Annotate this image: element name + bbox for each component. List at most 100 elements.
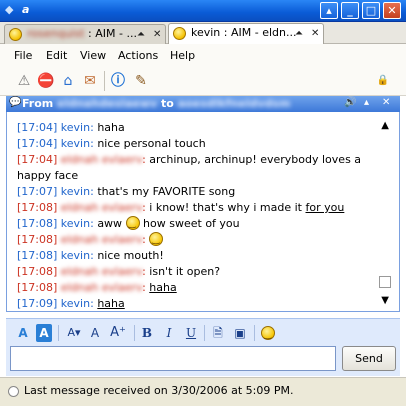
tab-close-icon[interactable]: ✕ bbox=[153, 26, 161, 44]
close-button[interactable]: ✕ bbox=[383, 2, 401, 19]
sender: eldnah evlaerv bbox=[60, 281, 143, 294]
larger-font-icon[interactable]: A⁺ bbox=[108, 324, 128, 342]
message-line: [17:04] kevin: haha bbox=[17, 121, 125, 134]
send-button[interactable]: Send bbox=[342, 346, 396, 371]
aim-icon: ◆ bbox=[5, 3, 14, 16]
to-label: to bbox=[161, 97, 174, 110]
smaller-font-icon[interactable]: A▾ bbox=[64, 324, 84, 342]
scroll-down-arrow-icon[interactable]: ▼ bbox=[381, 295, 389, 306]
format-separator bbox=[58, 325, 59, 341]
sender: eldnah evlaerv bbox=[60, 265, 143, 278]
insert-link-icon[interactable]: 🗎 bbox=[210, 324, 226, 342]
send-file-icon[interactable]: ✉ bbox=[80, 71, 100, 91]
message-line: [17:08] eldnah evlaerv: i know! that's w… bbox=[17, 201, 345, 214]
timestamp: [17:04] bbox=[17, 153, 58, 166]
speaker-icon[interactable]: 🔊 bbox=[344, 97, 356, 108]
timestamp: [17:08] bbox=[17, 281, 58, 294]
window-title: a bbox=[22, 3, 30, 16]
warn-icon[interactable]: ⚠ bbox=[14, 71, 34, 91]
background-color-icon[interactable]: A bbox=[36, 324, 52, 342]
timestamp: [17:08] bbox=[17, 265, 58, 278]
message-line: [17:08] eldnah evlaerv: bbox=[17, 232, 372, 248]
timestamp: [17:08] bbox=[17, 249, 58, 262]
rollup-button[interactable]: ▴ bbox=[320, 2, 338, 19]
tab-title: : AIM - eldn... bbox=[223, 26, 297, 39]
message-text: haha bbox=[97, 297, 125, 310]
message-text: haha bbox=[97, 121, 125, 134]
status-icon bbox=[8, 386, 19, 397]
tab-rollup-icon[interactable]: ⏶ bbox=[295, 25, 303, 43]
buddy-status-icon bbox=[9, 28, 22, 41]
italic-icon[interactable]: I bbox=[162, 324, 176, 342]
header-rollup-icon[interactable]: ▴ bbox=[364, 97, 369, 108]
bold-icon[interactable]: B bbox=[140, 324, 154, 342]
conversation-header: 💬 From eldnahdeslaewv to aoesdlkfneldvds… bbox=[6, 96, 400, 112]
scrollbar-thumb[interactable] bbox=[379, 276, 391, 288]
menu-actions[interactable]: Actions bbox=[118, 49, 158, 62]
sender: kevin bbox=[60, 137, 91, 150]
header-close-icon[interactable]: ✕ bbox=[382, 97, 390, 108]
message-line: [17:04] kevin: nice personal touch bbox=[17, 137, 206, 150]
format-separator bbox=[204, 325, 205, 341]
directory-icon[interactable]: ✎ bbox=[131, 71, 151, 91]
timestamp: [17:08] bbox=[17, 201, 58, 214]
message-text: that's my FAVORITE song bbox=[97, 185, 236, 198]
message-text: nice personal touch bbox=[97, 137, 206, 150]
message-line: [17:08] kevin: aww how sweet of you bbox=[17, 216, 372, 232]
emoticon-icon[interactable] bbox=[260, 324, 276, 344]
tab-rosenquist[interactable]: rosenquist : AIM - ... ⏶ ✕ bbox=[4, 24, 166, 44]
smiley-icon bbox=[261, 326, 275, 344]
info-icon[interactable]: ⓘ bbox=[108, 71, 128, 91]
message-text-underlined: for you bbox=[305, 201, 345, 214]
recipient-name: aoesdlkfneldvdsm bbox=[177, 97, 291, 110]
format-toolbar: A A A▾ A A⁺ B I U 🗎 ▣ bbox=[6, 318, 400, 346]
message-input[interactable] bbox=[10, 346, 336, 371]
message-text: i know! that's why i made it bbox=[149, 201, 306, 214]
message-line: [17:04] eldnah evlaerv: archinup, archin… bbox=[17, 153, 362, 182]
menu-view[interactable]: View bbox=[80, 49, 106, 62]
menu-file[interactable]: File bbox=[14, 49, 32, 62]
grin-emoticon-icon bbox=[149, 232, 164, 248]
compose-area: Send bbox=[6, 346, 400, 376]
sender: kevin bbox=[60, 121, 91, 134]
status-bar: Last message received on 3/30/2006 at 5:… bbox=[0, 377, 406, 406]
message-line: [17:09] kevin: haha bbox=[17, 297, 125, 310]
tab-rollup-icon[interactable]: ⏶ bbox=[137, 26, 145, 44]
toolbar-separator bbox=[104, 71, 105, 91]
maximize-button[interactable]: □ bbox=[362, 2, 380, 19]
block-icon[interactable]: ⛔ bbox=[36, 71, 56, 91]
message-text: nice mouth! bbox=[97, 249, 164, 262]
sender: kevin bbox=[60, 185, 91, 198]
tab-close-icon[interactable]: ✕ bbox=[311, 25, 319, 43]
menu-bar: File Edit View Actions Help bbox=[0, 44, 406, 66]
menu-edit[interactable]: Edit bbox=[46, 49, 67, 62]
insert-image-icon[interactable]: ▣ bbox=[232, 324, 248, 342]
scroll-up-arrow-icon[interactable]: ▲ bbox=[381, 120, 389, 131]
add-buddy-icon[interactable]: ⌂ bbox=[58, 71, 78, 91]
message-line: [17:08] eldnah evlaerv: isn't it open? bbox=[17, 265, 221, 278]
sender-name: eldnahdeslaewv bbox=[57, 97, 158, 110]
status-text: Last message received on 3/30/2006 at 5:… bbox=[24, 384, 294, 397]
timestamp: [17:04] bbox=[17, 121, 58, 134]
tab-buddy-name: kevin bbox=[191, 26, 221, 39]
message-line: [17:08] eldnah evlaerv: haha bbox=[17, 281, 177, 294]
tab-strip: rosenquist : AIM - ... ⏶ ✕ kevin : AIM -… bbox=[0, 22, 406, 45]
sender: eldnah evlaerv bbox=[60, 233, 143, 246]
message-line: [17:07] kevin: that's my FAVORITE song bbox=[17, 185, 236, 198]
transcript: [17:04] kevin: haha [17:04] kevin: nice … bbox=[17, 112, 372, 311]
timestamp: [17:04] bbox=[17, 137, 58, 150]
normal-font-icon[interactable]: A bbox=[88, 324, 102, 342]
menu-help[interactable]: Help bbox=[170, 49, 195, 62]
sender: kevin bbox=[60, 297, 91, 310]
text-color-icon[interactable]: A bbox=[16, 324, 30, 342]
timestamp: [17:08] bbox=[17, 233, 58, 246]
sender: kevin bbox=[60, 249, 91, 262]
message-text: aww bbox=[97, 217, 123, 230]
privacy-icon[interactable]: 🔒 bbox=[373, 71, 393, 91]
tab-kevin[interactable]: kevin : AIM - eldn... ⏶ ✕ bbox=[168, 23, 324, 45]
message-history[interactable]: [17:04] kevin: haha [17:04] kevin: nice … bbox=[6, 112, 400, 312]
underline-icon[interactable]: U bbox=[184, 324, 198, 342]
sender: eldnah evlaerv bbox=[60, 153, 143, 166]
toolbar: ⚠ ⛔ ⌂ ✉ ⓘ ✎ 🔒 bbox=[0, 66, 406, 96]
minimize-button[interactable]: _ bbox=[341, 2, 359, 19]
